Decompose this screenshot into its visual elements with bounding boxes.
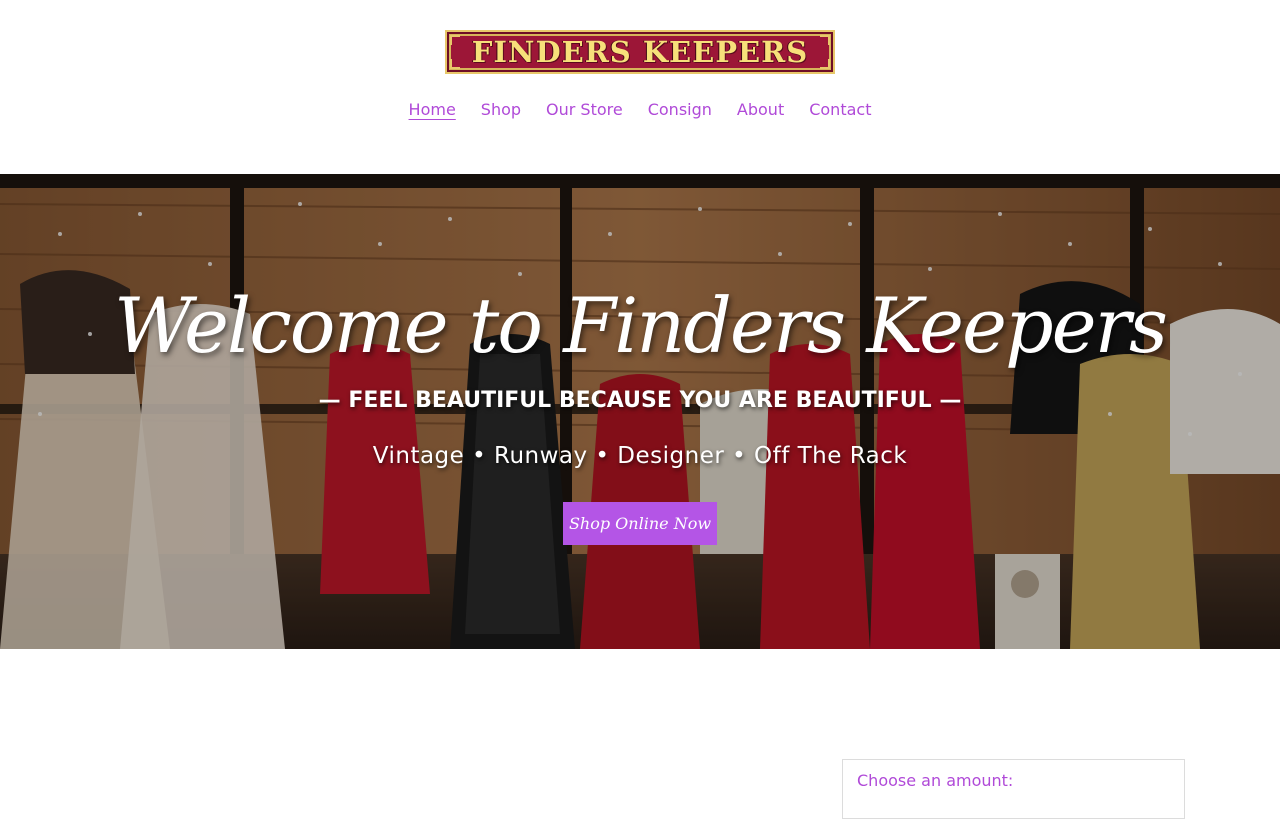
nav-item-consign[interactable]: Consign (648, 98, 712, 124)
nav-item-about[interactable]: About (737, 98, 784, 124)
donation-amount-box[interactable]: Choose an amount: (842, 759, 1185, 819)
hero-subtitle: Vintage • Runway • Designer • Off The Ra… (372, 443, 908, 469)
logo-ornament (820, 59, 830, 69)
nav-item-home[interactable]: Home (409, 98, 456, 124)
logo-ornament (450, 35, 460, 45)
hero-tagline: — FEEL BEAUTIFUL BECAUSE YOU ARE BEAUTIF… (318, 388, 962, 413)
logo-ornament (820, 35, 830, 45)
hero-banner: Welcome to Finders Keepers — FEEL BEAUTI… (0, 174, 1280, 649)
finders-keepers-logo[interactable]: FINDERS KEEPERS (445, 30, 835, 74)
site-header: FINDERS KEEPERS Home Shop Our Store Cons… (0, 0, 1280, 174)
logo-text: FINDERS KEEPERS (471, 34, 809, 69)
nav-item-our-store[interactable]: Our Store (546, 98, 623, 124)
nav-item-contact[interactable]: Contact (809, 98, 871, 124)
shop-online-now-button[interactable]: Shop Online Now (563, 502, 717, 545)
main-nav: Home Shop Our Store Consign About Contac… (0, 98, 1280, 124)
logo-ornament (450, 59, 460, 69)
nav-item-shop[interactable]: Shop (481, 98, 521, 124)
choose-amount-label: Choose an amount: (857, 771, 1014, 790)
hero-title: Welcome to Finders Keepers (114, 281, 1168, 370)
